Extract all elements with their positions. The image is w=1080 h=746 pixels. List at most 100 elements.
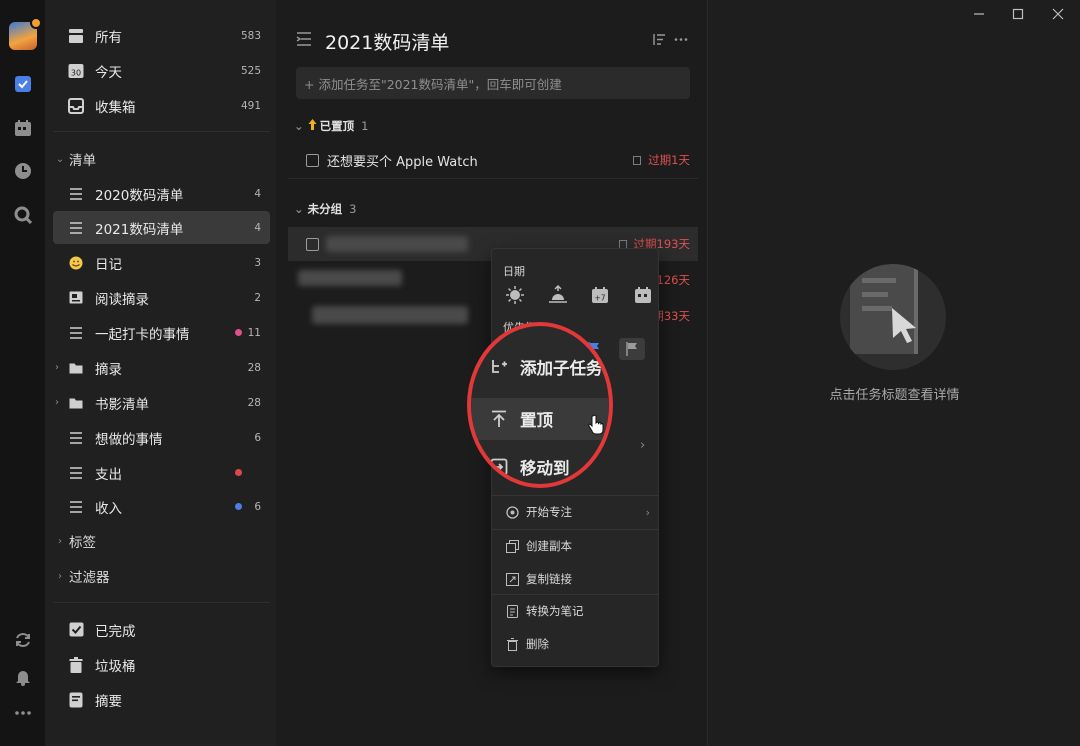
sidebar-item-list[interactable]: 想做的事情 6 <box>53 421 270 454</box>
sidebar-item-label: 一起打卡的事情 <box>95 326 190 343</box>
sidebar-item-label: 想做的事情 <box>95 431 163 448</box>
item-count: 491 <box>240 99 261 112</box>
bell-icon[interactable] <box>13 667 33 687</box>
menu-item-start-focus[interactable]: 开始专注 › <box>492 497 658 527</box>
task-title[interactable]: 还想要买个 Apple Watch <box>327 151 633 170</box>
menu-item-label: 开始专注 <box>526 505 572 519</box>
sidebar-item-list[interactable]: 阅读摘录 2 <box>53 281 270 314</box>
chevron-right-icon: › <box>645 505 650 519</box>
task-checkbox[interactable] <box>306 237 319 251</box>
group-label: 已置顶 <box>319 119 355 133</box>
sidebar-item-label: 收入 <box>95 500 122 517</box>
sidebar-item-folder[interactable]: › 摘录 28 <box>53 351 270 384</box>
menu-item-convert-note[interactable]: 转换为笔记 <box>492 596 658 626</box>
close-icon[interactable] <box>1048 4 1068 24</box>
sort-icon[interactable] <box>652 33 666 46</box>
sidebar-item-summary[interactable]: 摘要 <box>53 683 270 716</box>
chevron-right-icon[interactable]: › <box>55 397 59 408</box>
filters-section-toggle[interactable]: › 过滤器 <box>53 562 110 590</box>
maximize-icon[interactable] <box>1008 4 1028 24</box>
menu-separator <box>492 529 658 530</box>
sidebar-item-trash[interactable]: 垃圾桶 <box>53 648 270 681</box>
pinned-group-header[interactable]: ⌄ 已置顶 1 <box>294 116 368 136</box>
task-check-icon[interactable] <box>13 74 33 94</box>
item-count: 6 <box>254 431 261 444</box>
group-label: 未分组 <box>307 202 343 216</box>
reading-card-icon <box>67 289 85 307</box>
menu-item-copy-link[interactable]: 复制链接 <box>492 564 658 594</box>
blurred-task-text <box>312 306 468 324</box>
chevron-right-icon: › <box>640 438 646 453</box>
sidebar-item-label: 阅读摘录 <box>95 291 149 308</box>
more-icon[interactable] <box>13 703 33 723</box>
menu-item-label: 转换为笔记 <box>526 604 584 618</box>
sidebar-item-today[interactable]: 30 今天 525 <box>53 54 270 87</box>
flag-none-icon[interactable] <box>619 338 645 360</box>
item-count: 6 <box>254 500 261 513</box>
blurred-task-text <box>298 270 402 286</box>
sidebar-item-list[interactable]: 一起打卡的事情 11 <box>53 316 270 349</box>
sidebar-item-list[interactable]: 收入 6 <box>53 490 270 523</box>
collapse-sidebar-icon[interactable] <box>296 32 312 46</box>
note-icon <box>633 155 642 165</box>
sidebar-item-folder[interactable]: › 书影清单 28 <box>53 386 270 419</box>
sidebar-item-list-active[interactable]: 2021数码清单 4 <box>53 211 270 244</box>
menu-item-label: 创建副本 <box>526 539 572 553</box>
blurred-task-text <box>326 236 468 252</box>
calendar-icon[interactable] <box>13 118 33 138</box>
chevron-right-icon[interactable]: › <box>55 362 59 373</box>
sun-today-icon[interactable] <box>504 285 526 305</box>
calendar-plus7-icon[interactable]: +7 <box>589 285 611 305</box>
date-quick-options: +7 <box>504 285 654 305</box>
menu-item-move-to[interactable]: 移动到 <box>471 448 609 484</box>
item-count: 4 <box>254 221 261 234</box>
color-dot <box>234 329 242 336</box>
item-count: 28 <box>247 396 261 409</box>
task-row[interactable]: 还想要买个 Apple Watch 过期1天 <box>288 143 698 177</box>
task-checkbox[interactable] <box>306 153 319 167</box>
tags-section-toggle[interactable]: › 标签 <box>53 527 96 555</box>
sidebar-item-label: 2021数码清单 <box>95 221 184 238</box>
sidebar-item-all[interactable]: 所有 583 <box>53 19 270 52</box>
sunrise-tomorrow-icon[interactable] <box>547 285 569 305</box>
sidebar-item-label: 2020数码清单 <box>95 187 184 204</box>
sidebar-item-completed[interactable]: 已完成 <box>53 613 270 646</box>
avatar[interactable] <box>9 17 42 50</box>
item-count: 4 <box>254 187 261 200</box>
pin-top-icon <box>488 408 510 430</box>
menu-item-label: 添加子任务 <box>520 359 603 378</box>
focus-target-icon <box>505 505 519 519</box>
chevron-right-icon: › <box>58 570 62 582</box>
calendar-day-number: 30 <box>71 68 81 77</box>
menu-item-delete[interactable]: 删除 <box>492 629 658 659</box>
divider <box>288 178 698 179</box>
folder-icon <box>67 359 85 377</box>
due-label: 过期1天 <box>633 152 690 168</box>
sidebar-item-list[interactable]: 支出 <box>53 456 270 489</box>
item-count: 3 <box>254 256 261 269</box>
ungrouped-group-header[interactable]: ⌄ 未分组 3 <box>294 199 356 219</box>
add-task-input[interactable]: + 添加任务至"2021数码清单"，回车即可创建 <box>296 67 690 99</box>
menu-item-add-subtask[interactable]: 添加子任务 <box>471 348 609 386</box>
minimize-icon[interactable] <box>969 4 989 24</box>
sidebar-item-label: 所有 <box>95 29 122 46</box>
calendar-day-icon: 30 <box>67 62 85 80</box>
sidebar-item-list[interactable]: 日记 3 <box>53 246 270 279</box>
link-icon <box>505 572 519 586</box>
sync-icon[interactable] <box>13 630 33 650</box>
search-icon[interactable] <box>13 205 33 225</box>
sidebar-item-label: 日记 <box>95 256 122 273</box>
lists-section-toggle[interactable]: ⌄ 清单 <box>53 145 96 173</box>
menu-item-duplicate[interactable]: 创建副本 <box>492 531 658 561</box>
sidebar-item-inbox[interactable]: 收集箱 491 <box>53 89 270 122</box>
sidebar-item-label: 垃圾桶 <box>95 658 136 675</box>
clock-icon[interactable] <box>13 161 33 181</box>
group-count: 3 <box>349 202 357 216</box>
sidebar-item-list[interactable]: 2020数码清单 4 <box>53 177 270 210</box>
more-options-icon[interactable] <box>674 33 688 46</box>
section-label: 过滤器 <box>69 570 110 586</box>
calendar-custom-icon[interactable] <box>632 285 654 305</box>
sidebar-item-label: 支出 <box>95 466 122 483</box>
sidebar-item-label: 已完成 <box>95 623 136 640</box>
chevron-down-icon: ⌄ <box>55 153 65 165</box>
